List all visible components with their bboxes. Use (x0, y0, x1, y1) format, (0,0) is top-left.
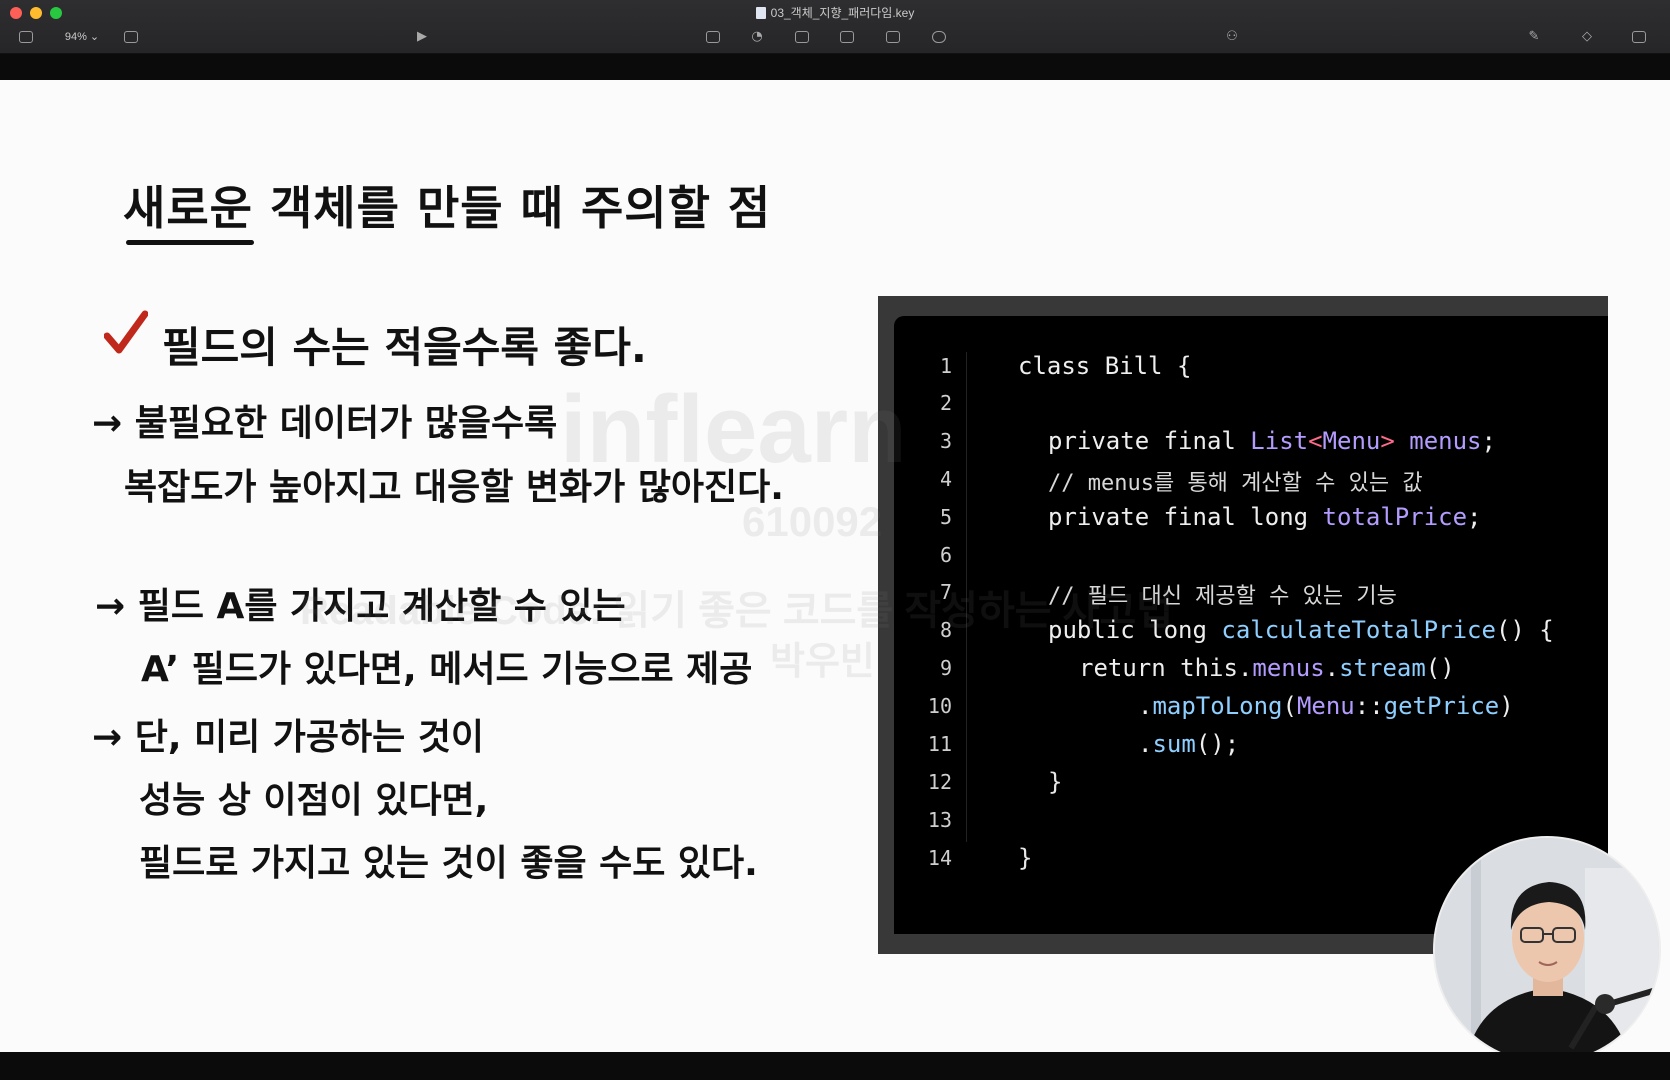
media-icon[interactable] (886, 31, 900, 43)
sidebar-icon[interactable] (19, 31, 33, 43)
slide-canvas[interactable]: 새로운 객체를 만들 때 주의할 점 필드의 수는 적을수록 좋다. → 불필요… (0, 80, 1670, 1052)
window-titlebar: 03_객체_지향_패러다임.key 94% ⌄ ▶ ◔ ⚇ ✎ ◇ (0, 0, 1670, 54)
watermark-author: 박우빈 (770, 641, 875, 683)
code-line-3: private final List<Menu> menus; (1048, 427, 1496, 455)
zoom-dropdown[interactable]: 94% ⌄ (60, 28, 104, 46)
check-point-text: 필드의 수는 적을수록 좋다. (162, 323, 647, 372)
document-icon[interactable] (1632, 31, 1646, 43)
code-line-10: .mapToLong(Menu::getPrice) (1138, 692, 1514, 720)
line-number: 11 (927, 732, 952, 756)
code-line-14: } (1018, 844, 1033, 872)
collaborate-icon[interactable]: ⚇ (1223, 28, 1241, 46)
canvas-top-margin (0, 54, 1670, 80)
line-number: 2 (939, 391, 952, 415)
line-number: 13 (927, 808, 952, 832)
bullet-2-line-1: → 필드 A를 가지고 계산할 수 있는 (95, 586, 626, 627)
zoom-value: 94% (64, 31, 87, 43)
document-title: 03_객체_지향_패러다임.key (0, 4, 1670, 21)
canvas-bottom-margin (0, 1052, 1670, 1080)
gutter-divider (966, 352, 967, 842)
code-line-8: public long calculateTotalPrice() { (1048, 616, 1554, 644)
play-icon[interactable]: ▶ (414, 28, 430, 46)
code-editor: 1 2 3 4 5 6 7 8 9 10 11 12 13 14 class B… (894, 316, 1608, 934)
code-line-1: class Bill { (1018, 352, 1192, 380)
line-number: 10 (927, 694, 952, 718)
text-icon[interactable] (795, 31, 809, 43)
bullet-1-line-2: 복잡도가 높아지고 대응할 변화가 많아진다. (124, 467, 784, 508)
code-line-4-comment: // menus를 통해 계산할 수 있는 값 (1048, 471, 1423, 496)
checkmark-icon (104, 310, 148, 354)
line-number: 12 (927, 770, 952, 794)
table-icon[interactable] (706, 31, 720, 43)
line-number: 9 (939, 656, 952, 680)
line-number: 4 (939, 467, 952, 491)
line-number: 8 (939, 618, 952, 642)
add-slide-icon[interactable] (124, 31, 138, 43)
bullet-3-line-3: 필드로 가지고 있는 것이 좋을 수도 있다. (139, 843, 758, 884)
shape-icon[interactable] (840, 31, 854, 43)
code-line-11: .sum(); (1138, 730, 1240, 758)
line-number: 1 (939, 354, 952, 378)
bullet-3-line-2: 성능 상 이점이 있다면, (139, 780, 489, 821)
format-icon[interactable]: ✎ (1526, 28, 1542, 46)
code-line-9: return this.menus.stream() (1079, 654, 1455, 682)
bullet-3-line-1: → 단, 미리 가공하는 것이 (92, 717, 485, 758)
presenter-video (1435, 838, 1659, 1062)
line-number: 6 (939, 543, 952, 567)
comment-icon[interactable] (932, 31, 946, 43)
bullet-2-line-2: A’ 필드가 있다면, 메서드 기능으로 제공 (141, 649, 753, 690)
line-number: 3 (939, 429, 952, 453)
keynote-document-icon (755, 7, 766, 19)
line-number: 14 (927, 846, 952, 870)
chart-icon[interactable]: ◔ (749, 28, 765, 46)
code-line-12: } (1048, 768, 1063, 796)
line-number: 7 (939, 580, 952, 604)
webcam-overlay (1433, 836, 1661, 1064)
title-underline (126, 240, 254, 245)
slide-title: 새로운 객체를 만들 때 주의할 점 (123, 181, 772, 235)
animate-icon[interactable]: ◇ (1578, 28, 1596, 46)
code-line-5: private final long totalPrice; (1048, 503, 1482, 531)
bullet-1-line-1: → 불필요한 데이터가 많을수록 (92, 403, 558, 444)
code-line-7-comment: // 필드 대신 제공할 수 있는 기능 (1048, 584, 1397, 609)
line-number: 5 (939, 505, 952, 529)
